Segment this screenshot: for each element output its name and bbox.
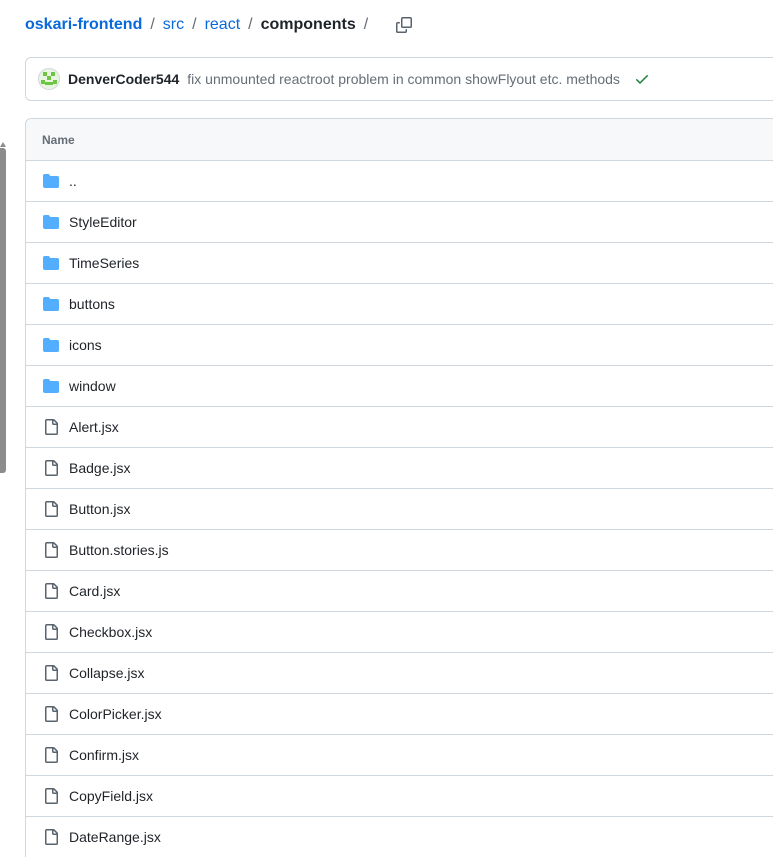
table-row[interactable]: Card.jsx [26,571,773,612]
row-name-link[interactable]: StyleEditor [69,214,137,230]
table-row[interactable]: .. [26,161,773,202]
table-row[interactable]: buttons [26,284,773,325]
file-icon [45,460,58,476]
copy-path-button[interactable] [390,12,418,38]
row-name-link[interactable]: Alert.jsx [69,419,119,435]
file-icon [45,788,58,804]
row-name-link[interactable]: buttons [69,296,115,312]
table-row[interactable]: ColorPicker.jsx [26,694,773,735]
folder-icon [43,215,59,229]
table-row[interactable]: Collapse.jsx [26,653,773,694]
table-row[interactable]: DateRange.jsx [26,817,773,857]
folder-icon [43,174,59,188]
row-name-link[interactable]: icons [69,337,102,353]
table-row[interactable]: window [26,366,773,407]
table-row[interactable]: TimeSeries [26,243,773,284]
scroll-up-arrow-icon[interactable] [0,142,6,147]
breadcrumb: oskari-frontend / src / react / componen… [25,12,418,38]
file-icon [45,747,58,763]
file-icon [45,419,58,435]
table-row[interactable]: Button.jsx [26,489,773,530]
breadcrumb-react-link[interactable]: react [205,16,241,34]
row-name-link[interactable]: .. [69,173,77,189]
file-table: Name .. StyleEditor TimeSeries buttons i… [25,118,773,857]
table-row[interactable]: Badge.jsx [26,448,773,489]
folder-icon [43,338,59,352]
table-row[interactable]: Checkbox.jsx [26,612,773,653]
breadcrumb-separator: / [150,16,155,33]
row-name-link[interactable]: TimeSeries [69,255,139,271]
table-row[interactable]: Alert.jsx [26,407,773,448]
file-icon [45,542,58,558]
table-row[interactable]: Button.stories.js [26,530,773,571]
file-icon [45,665,58,681]
copy-icon [396,17,413,33]
table-row[interactable]: StyleEditor [26,202,773,243]
identicon-icon [41,72,57,85]
check-icon[interactable] [634,71,650,87]
row-name-link[interactable]: DateRange.jsx [69,829,161,845]
breadcrumb-src-link[interactable]: src [163,16,184,34]
table-row[interactable]: icons [26,325,773,366]
left-scrollbar-thumb[interactable] [0,148,6,473]
table-header: Name [26,119,773,161]
file-icon [45,706,58,722]
column-header-name: Name [42,132,75,147]
row-name-link[interactable]: Checkbox.jsx [69,624,152,640]
row-name-link[interactable]: Button.stories.js [69,542,169,558]
table-row[interactable]: Confirm.jsx [26,735,773,776]
file-icon [45,501,58,517]
row-name-link[interactable]: Card.jsx [69,583,120,599]
repo-directory-page: oskari-frontend / src / react / componen… [0,0,773,857]
avatar[interactable] [38,68,60,90]
row-name-link[interactable]: Confirm.jsx [69,747,139,763]
file-icon [45,829,58,845]
commit-message-link[interactable]: fix unmounted reactroot problem in commo… [187,71,620,87]
row-name-link[interactable]: Badge.jsx [69,460,130,476]
breadcrumb-separator: / [248,16,253,33]
file-icon [45,624,58,640]
row-name-link[interactable]: ColorPicker.jsx [69,706,162,722]
commit-author-link[interactable]: DenverCoder544 [68,71,179,87]
row-name-link[interactable]: Button.jsx [69,501,130,517]
table-row[interactable]: CopyField.jsx [26,776,773,817]
folder-icon [43,297,59,311]
latest-commit-bar: DenverCoder544 fix unmounted reactroot p… [25,57,773,101]
breadcrumb-current: components [260,16,356,33]
row-name-link[interactable]: CopyField.jsx [69,788,153,804]
file-icon [45,583,58,599]
folder-icon [43,256,59,270]
row-name-link[interactable]: window [69,378,116,394]
breadcrumb-separator: / [192,16,197,33]
folder-icon [43,379,59,393]
breadcrumb-separator: / [363,16,369,33]
row-name-link[interactable]: Collapse.jsx [69,665,144,681]
breadcrumb-repo-link[interactable]: oskari-frontend [25,16,142,34]
